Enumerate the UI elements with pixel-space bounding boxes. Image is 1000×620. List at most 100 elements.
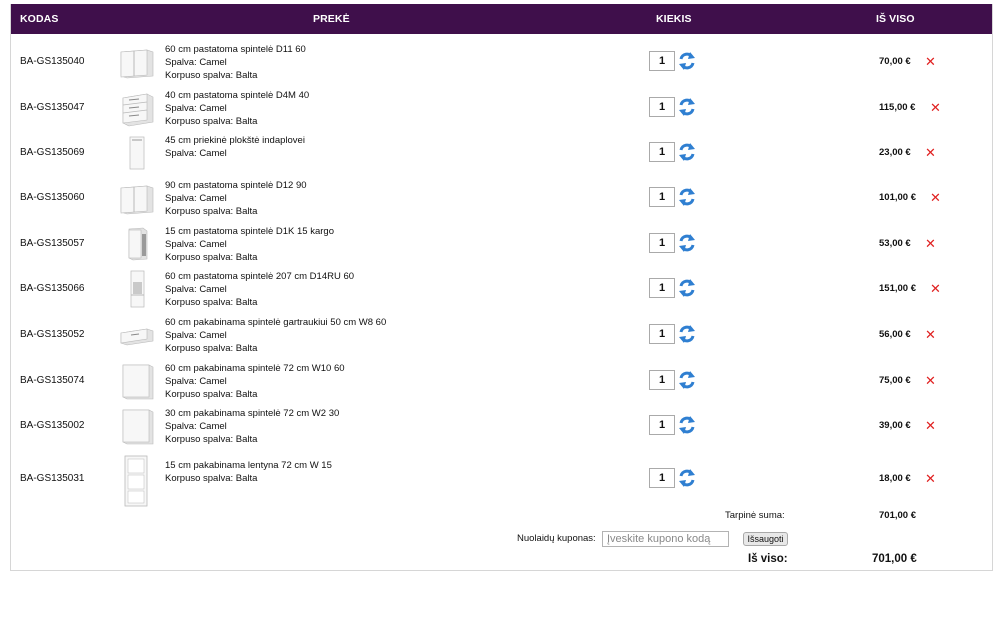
item-price: 115,00 € [879,102,916,113]
item-color: Spalva: Camel [165,375,227,387]
drawer-cabinet-icon[interactable] [117,88,157,128]
refresh-icon[interactable] [678,324,696,344]
item-name[interactable]: 60 cm pastatoma spintelė D11 60 [165,44,306,57]
refresh-icon[interactable] [678,233,696,253]
item-color: Spalva: Camel [165,329,227,341]
item-price: 39,00 € [879,420,911,431]
item-code: BA-GS135060 [20,192,85,203]
save-coupon-button[interactable]: Išsaugoti [743,532,788,546]
cart-row: BA-GS135060 90 cm pastatoma spintelė D12… [11,176,992,222]
item-code: BA-GS135057 [20,238,85,249]
delete-icon[interactable]: ✕ [925,328,936,341]
refresh-icon[interactable] [678,97,696,117]
quantity-input[interactable]: 1 [649,51,675,71]
delete-icon[interactable]: ✕ [930,101,941,114]
item-description: 45 cm priekinė plokštė indaplovei Spalva… [165,135,305,161]
refresh-icon[interactable] [678,415,696,435]
cargo-cabinet-icon[interactable] [117,224,157,264]
item-price: 151,00 € [879,283,916,294]
delete-icon[interactable]: ✕ [925,237,936,250]
item-name[interactable]: 60 cm pakabinama spintelė gartraukiui 50… [165,317,386,330]
item-code: BA-GS135031 [20,473,85,484]
item-body-color: Korpuso spalva: Balta [165,251,258,263]
quantity-input[interactable]: 1 [649,142,675,162]
item-color: Spalva: Camel [165,192,227,204]
tall-cabinet-icon[interactable] [117,269,157,309]
wall-cabinet-icon[interactable] [117,361,157,401]
delete-icon[interactable]: ✕ [925,419,936,432]
refresh-icon[interactable] [678,468,696,488]
item-body-color: Korpuso spalva: Balta [165,205,258,217]
total-value: 701,00 € [872,553,917,565]
item-body-color: Korpuso spalva: Balta [165,388,258,400]
delete-icon[interactable]: ✕ [925,374,936,387]
base-cabinet-icon[interactable] [117,178,157,218]
item-price: 23,00 € [879,147,911,158]
header-total: IŠ VISO [876,13,915,25]
item-color: Spalva: Camel [165,56,227,68]
delete-icon[interactable]: ✕ [925,146,936,159]
quantity-input[interactable]: 1 [649,415,675,435]
delete-icon[interactable]: ✕ [925,472,936,485]
delete-icon[interactable]: ✕ [930,191,941,204]
subtotal-value: 701,00 € [879,510,916,521]
base-cabinet-icon[interactable] [117,42,157,82]
wall-cabinet-icon[interactable] [117,406,157,446]
item-description: 60 cm pakabinama spintelė 72 cm W10 60 S… [165,363,345,401]
item-color: Spalva: Camel [165,420,227,432]
item-code: BA-GS135040 [20,56,85,67]
cart-row: BA-GS135069 45 cm priekinė plokštė indap… [11,131,992,177]
refresh-icon[interactable] [678,278,696,298]
item-name[interactable]: 40 cm pastatoma spintelė D4M 40 [165,90,309,103]
item-price: 18,00 € [879,473,911,484]
item-description: 90 cm pastatoma spintelė D12 90 Spalva: … [165,180,307,218]
cart-row: BA-GS135052 60 cm pakabinama spintelė ga… [11,313,992,359]
item-code: BA-GS135074 [20,375,85,386]
coupon-input[interactable] [602,531,729,547]
item-color: Korpuso spalva: Balta [165,472,258,484]
quantity-input[interactable]: 1 [649,187,675,207]
quantity-input[interactable]: 1 [649,324,675,344]
item-color: Spalva: Camel [165,283,227,295]
header-product: PREKĖ [313,13,350,25]
coupon-label: Nuolaidų kuponas: [517,533,596,544]
item-name[interactable]: 15 cm pastatoma spintelė D1K 15 kargo [165,226,334,239]
item-name[interactable]: 15 cm pakabinama lentyna 72 cm W 15 [165,460,332,473]
delete-icon[interactable]: ✕ [930,282,941,295]
item-description: 60 cm pastatoma spintelė D11 60 Spalva: … [165,44,306,82]
item-price: 101,00 € [879,192,916,203]
quantity-input[interactable]: 1 [649,97,675,117]
refresh-icon[interactable] [678,142,696,162]
cart-row: BA-GS135040 60 cm pastatoma spintelė D11… [11,40,992,86]
item-name[interactable]: 45 cm priekinė plokštė indaplovei [165,135,305,148]
item-price: 53,00 € [879,238,911,249]
hood-cabinet-icon[interactable] [117,315,157,355]
open-shelf-icon[interactable] [117,454,157,507]
item-body-color: Korpuso spalva: Balta [165,69,258,81]
item-color: Spalva: Camel [165,147,227,159]
item-body-color: Korpuso spalva: Balta [165,115,258,127]
item-name[interactable]: 60 cm pastatoma spintelė 207 cm D14RU 60 [165,271,354,284]
quantity-input[interactable]: 1 [649,233,675,253]
cart-row: BA-GS135002 30 cm pakabinama spintelė 72… [11,404,992,450]
front-panel-icon[interactable] [117,133,157,173]
delete-icon[interactable]: ✕ [925,55,936,68]
item-name[interactable]: 60 cm pakabinama spintelė 72 cm W10 60 [165,363,345,376]
item-body-color: Korpuso spalva: Balta [165,296,258,308]
quantity-input[interactable]: 1 [649,278,675,298]
refresh-icon[interactable] [678,187,696,207]
item-body-color: Korpuso spalva: Balta [165,433,258,445]
cart-row: BA-GS135031 15 cm pakabinama lentyna 72 … [11,450,992,507]
shopping-cart: KODAS PREKĖ KIEKIS IŠ VISO BA-GS135040 6… [10,4,993,571]
quantity-input[interactable]: 1 [649,468,675,488]
refresh-icon[interactable] [678,51,696,71]
item-name[interactable]: 90 cm pastatoma spintelė D12 90 [165,180,307,193]
item-name[interactable]: 30 cm pakabinama spintelė 72 cm W2 30 [165,408,339,421]
cart-header: KODAS PREKĖ KIEKIS IŠ VISO [11,4,992,34]
total-label: Iš viso: [748,553,788,565]
quantity-input[interactable]: 1 [649,370,675,390]
refresh-icon[interactable] [678,370,696,390]
header-quantity: KIEKIS [656,13,692,25]
subtotal-label: Tarpinė suma: [725,510,785,521]
cart-row: BA-GS135057 15 cm pastatoma spintelė D1K… [11,222,992,268]
